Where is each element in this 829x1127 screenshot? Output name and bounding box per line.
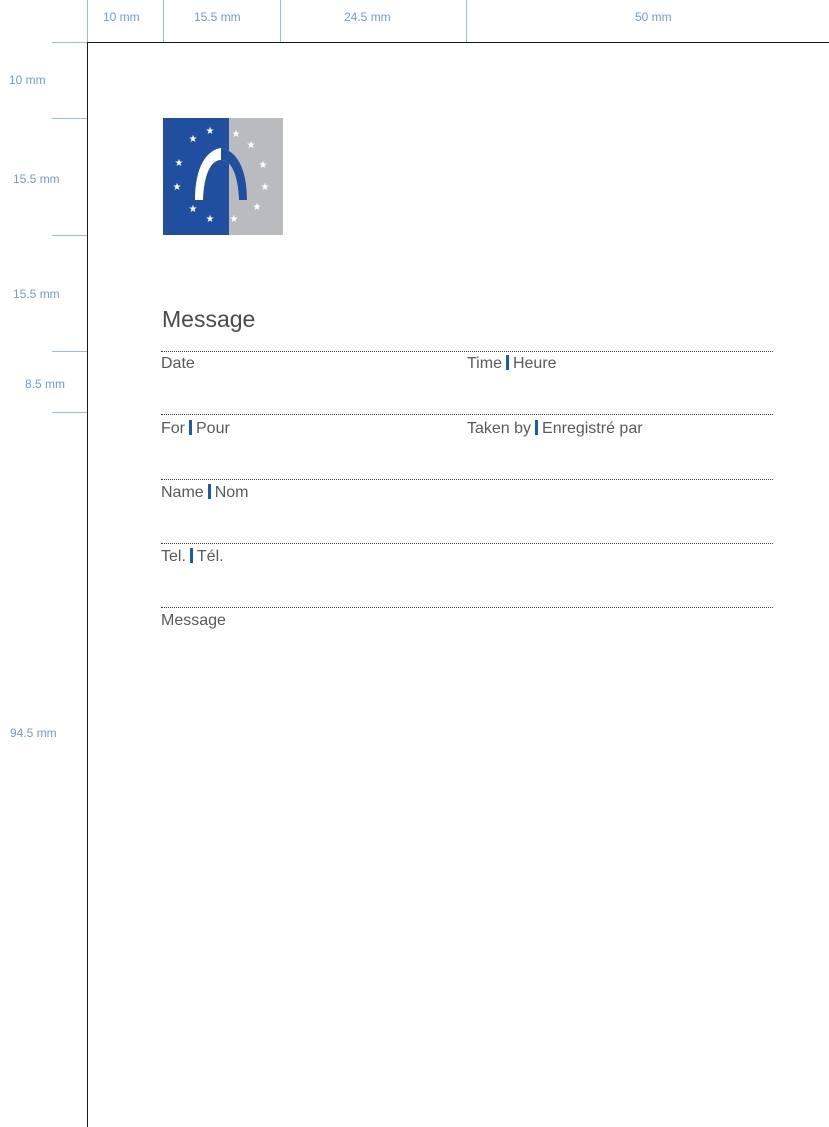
language-separator (189, 548, 193, 563)
sheet-left-edge (87, 42, 88, 1127)
field-rule (161, 479, 773, 480)
svg-text:★: ★ (189, 204, 198, 215)
language-separator (505, 355, 509, 370)
svg-text:★: ★ (189, 134, 198, 145)
svg-text:★: ★ (261, 182, 270, 193)
top-dimension-tick (163, 0, 164, 42)
pour-text: Pour (196, 420, 230, 437)
left-dimension-tick (52, 351, 87, 352)
svg-text:★: ★ (206, 214, 215, 225)
svg-text:★: ★ (253, 202, 262, 213)
taken-by-text: Taken by (467, 420, 532, 437)
for-label: For Pour (161, 420, 230, 438)
time-text: Time (467, 355, 502, 372)
svg-text:★: ★ (259, 160, 268, 171)
field-rule (161, 414, 773, 415)
top-dimension-1: 10 mm (103, 10, 140, 24)
field-rule (161, 543, 773, 544)
top-dimension-4: 50 mm (635, 10, 672, 24)
language-separator (207, 484, 211, 499)
message-label: Message (161, 612, 226, 630)
left-dimension-1: 10 mm (9, 73, 46, 87)
svg-text:★: ★ (206, 126, 215, 137)
tel-text: Tel. (161, 548, 186, 565)
heure-text: Heure (512, 355, 557, 372)
date-label: Date (161, 355, 195, 373)
message-text: Message (161, 612, 226, 629)
tel-label: Tel. Tél. (161, 548, 224, 566)
language-separator (535, 420, 539, 435)
language-separator (189, 420, 192, 435)
top-dimension-tick (466, 0, 467, 42)
for-text: For (161, 420, 185, 437)
top-dimension-2: 15.5 mm (194, 10, 241, 24)
svg-text:★: ★ (247, 140, 256, 151)
name-text: Name (161, 484, 204, 501)
left-dimension-tick (52, 412, 87, 413)
left-dimension-tick (52, 42, 87, 43)
left-dimension-5: 94.5 mm (10, 726, 57, 740)
left-dimension-tick (52, 235, 87, 236)
name-label: Name Nom (161, 484, 248, 502)
form-title: Message (162, 306, 256, 332)
taken-by-label: Taken by Enregistré par (467, 420, 643, 438)
svg-text:★: ★ (173, 182, 182, 193)
svg-text:★: ★ (230, 214, 239, 225)
svg-text:★: ★ (175, 158, 184, 169)
enregistre-par-text: Enregistré par (542, 420, 643, 437)
nom-text: Nom (214, 484, 249, 501)
svg-text:★: ★ (232, 129, 241, 140)
sheet-top-edge (87, 42, 829, 43)
field-rule (161, 351, 773, 352)
top-dimension-3: 24.5 mm (344, 10, 391, 24)
top-dimension-tick (87, 0, 88, 42)
time-label: Time Heure (467, 355, 557, 373)
left-dimension-4: 8.5 mm (25, 377, 66, 391)
institution-logo: ★ ★ ★ ★ ★ ★ ★ ★ ★ ★ ★ ★ (163, 118, 283, 235)
tel-fr-text: Tél. (196, 548, 224, 565)
left-dimension-2: 15.5 mm (13, 172, 60, 186)
date-text: Date (161, 355, 195, 372)
field-rule (161, 607, 773, 608)
left-dimension-tick (52, 118, 87, 119)
top-dimension-tick (280, 0, 281, 42)
left-dimension-3: 15.5 mm (13, 287, 60, 301)
